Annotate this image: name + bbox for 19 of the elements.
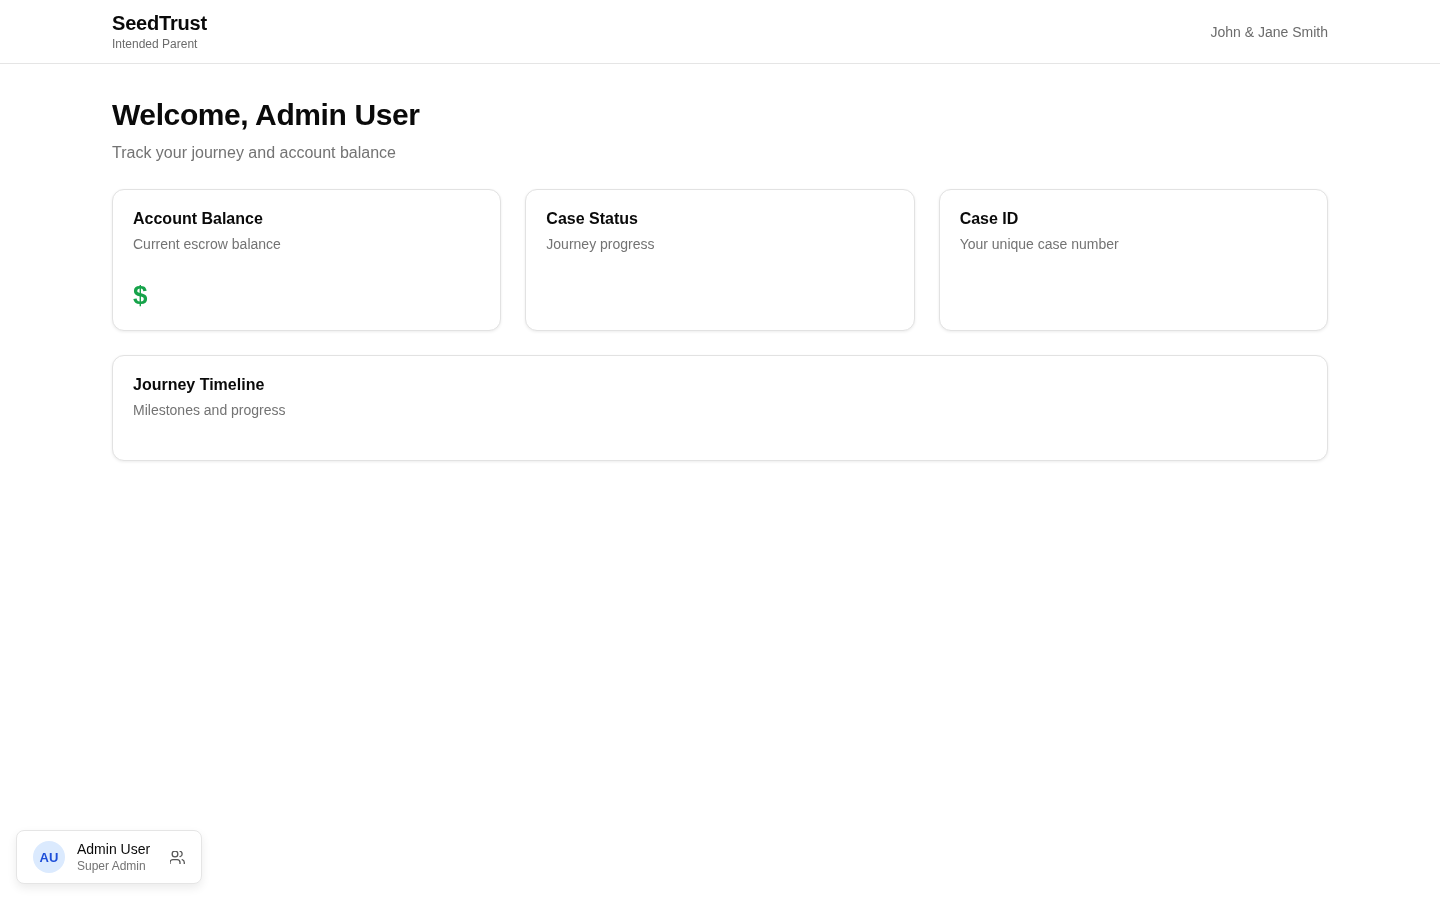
user-panel[interactable]: AU Admin User Super Admin [16,830,202,884]
card-title: Case Status [546,209,639,229]
card-description: Journey progress [546,235,656,254]
card-description: Milestones and progress [133,401,287,420]
welcome-heading: Welcome, Admin User [112,97,421,133]
user-role-label: Intended Parent [112,37,199,52]
card-title: Journey Timeline [133,375,266,395]
account-name: John & Jane Smith [1210,23,1328,40]
users-icon[interactable] [170,850,185,864]
card-title: Case ID [959,209,1020,229]
balance-amount: $ [133,280,148,310]
user-role: Super Admin [77,858,147,874]
welcome-subtitle: Track your journey and account balance [112,143,397,163]
card-description: Your unique case number [959,235,1120,254]
user-name: Admin User [77,840,152,858]
user-avatar: AU [33,841,65,873]
card-title: Account Balance [133,209,264,229]
brand-name[interactable]: SeedTrust [112,11,207,35]
card-description: Current escrow balance [133,235,282,254]
